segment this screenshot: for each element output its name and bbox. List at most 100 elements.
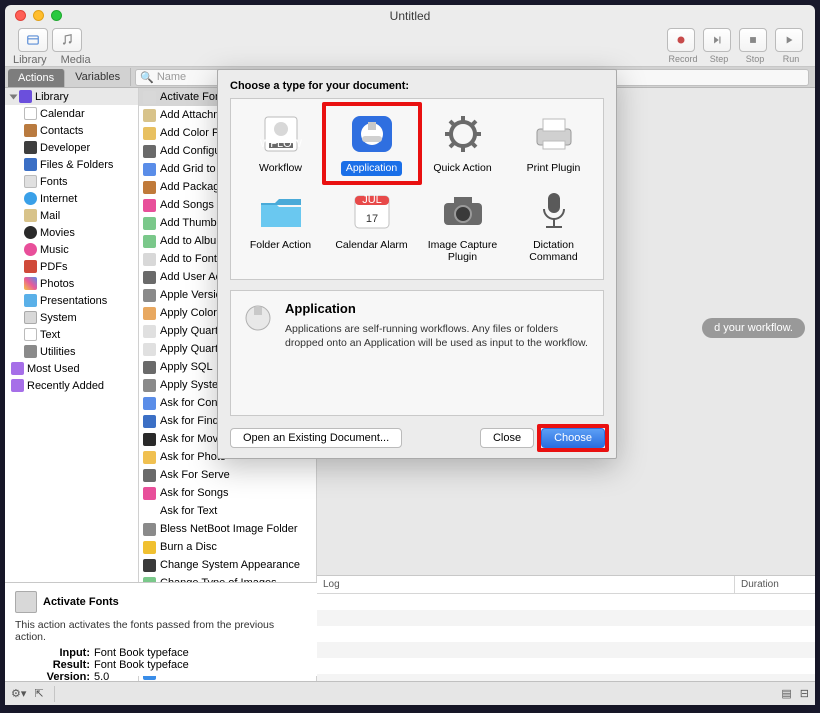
sidebar-item[interactable]: Calendar <box>5 105 138 122</box>
desc-result-label: Result: <box>45 659 90 671</box>
type-grid: WFLOW Workflow Application Quick Action … <box>230 98 604 280</box>
sheet-buttons: Open an Existing Document... Close Choos… <box>230 428 604 448</box>
type-label: Folder Action <box>245 238 316 253</box>
tab-variables[interactable]: Variables <box>65 68 131 86</box>
utilities-icon <box>24 345 37 358</box>
action-icon <box>142 216 156 230</box>
sidebar-item-label: Music <box>40 244 69 256</box>
sidebar-most-used[interactable]: Most Used <box>5 360 138 377</box>
type-workflow[interactable]: WFLOW Workflow <box>236 107 326 180</box>
desc-input-label: Input: <box>45 647 90 659</box>
choose-button[interactable]: Choose <box>541 428 605 448</box>
mail-icon <box>24 209 37 222</box>
log-col-log[interactable]: Log <box>317 576 735 593</box>
tab-actions[interactable]: Actions <box>8 69 65 87</box>
type-label: Application <box>341 161 402 176</box>
close-window-icon[interactable] <box>15 10 26 21</box>
sidebar-item[interactable]: Files & Folders <box>5 156 138 173</box>
fonts-icon <box>24 175 37 188</box>
gear-large-icon <box>437 111 489 157</box>
music-icon <box>24 243 37 256</box>
type-print-plugin[interactable]: Print Plugin <box>509 107 599 180</box>
sidebar-item[interactable]: Music <box>5 241 138 258</box>
action-icon <box>142 126 156 140</box>
workflow-toggle-icon[interactable]: ⊟ <box>800 687 809 700</box>
sidebar-item[interactable]: Presentations <box>5 292 138 309</box>
action-item[interactable]: Bless NetBoot Image Folder <box>139 520 316 538</box>
sidebar-item-label: Recently Added <box>27 380 104 392</box>
open-existing-button[interactable]: Open an Existing Document... <box>230 428 402 448</box>
type-label: Dictation Command <box>509 238 599 265</box>
text-icon <box>24 328 37 341</box>
action-icon <box>142 270 156 284</box>
action-icon <box>142 378 156 392</box>
action-icon <box>142 504 156 518</box>
canvas-hint: d your workflow. <box>702 318 805 338</box>
toolbar: Library Media Record Step Stop Run <box>5 27 815 67</box>
media-button[interactable] <box>52 28 82 52</box>
calendar-icon <box>24 107 37 120</box>
sidebar-item[interactable]: Photos <box>5 275 138 292</box>
library-root-label: Library <box>35 91 69 103</box>
sidebar-item[interactable]: Movies <box>5 224 138 241</box>
type-image-capture[interactable]: Image Capture Plugin <box>418 184 508 269</box>
sidebar-item[interactable]: Text <box>5 326 138 343</box>
gear-icon[interactable]: ⚙︎▾ <box>11 687 26 700</box>
type-quick-action[interactable]: Quick Action <box>418 107 508 180</box>
run-button[interactable] <box>775 28 803 52</box>
sidebar-item[interactable]: Developer <box>5 139 138 156</box>
library-button[interactable] <box>18 28 48 52</box>
expand-icon[interactable]: ⇱ <box>34 687 43 700</box>
svg-text:17: 17 <box>365 213 377 225</box>
type-label: Print Plugin <box>522 161 586 176</box>
sidebar-item[interactable]: System <box>5 309 138 326</box>
sidebar-item[interactable]: Utilities <box>5 343 138 360</box>
log-col-duration[interactable]: Duration <box>735 576 815 593</box>
zoom-window-icon[interactable] <box>51 10 62 21</box>
action-icon <box>142 306 156 320</box>
sidebar-recently-added[interactable]: Recently Added <box>5 377 138 394</box>
action-description: Activate Fonts This action activates the… <box>5 582 317 676</box>
minimize-window-icon[interactable] <box>33 10 44 21</box>
folder-icon <box>255 188 307 234</box>
action-item[interactable]: Ask for Songs <box>139 484 316 502</box>
document-type-sheet: Choose a type for your document: WFLOW W… <box>217 69 617 459</box>
action-item[interactable]: Ask For Serve <box>139 466 316 484</box>
type-dictation[interactable]: Dictation Command <box>509 184 599 269</box>
type-label: Calendar Alarm <box>330 238 412 253</box>
svg-text:JUL: JUL <box>362 194 382 206</box>
calendar-icon: JUL 17 <box>346 188 398 234</box>
action-item[interactable]: Change System Appearance <box>139 556 316 574</box>
action-label: Add Attachm <box>160 109 222 121</box>
system-icon <box>24 311 37 324</box>
library-root[interactable]: Library <box>5 88 138 105</box>
type-calendar-alarm[interactable]: JUL 17 Calendar Alarm <box>327 184 417 269</box>
titlebar: Untitled <box>5 5 815 27</box>
action-icon <box>142 198 156 212</box>
action-item[interactable]: Burn a Disc <box>139 538 316 556</box>
close-button[interactable]: Close <box>480 428 534 448</box>
sidebar-item[interactable]: Fonts <box>5 173 138 190</box>
stop-button[interactable] <box>739 28 767 52</box>
type-application[interactable]: Application <box>327 107 417 180</box>
microphone-icon <box>528 188 580 234</box>
sidebar-item[interactable]: PDFs <box>5 258 138 275</box>
sidebar-item[interactable]: Mail <box>5 207 138 224</box>
run-label: Run <box>783 54 800 64</box>
sidebar-item[interactable]: Contacts <box>5 122 138 139</box>
files-icon <box>24 158 37 171</box>
action-icon <box>142 522 156 536</box>
log-toggle-icon[interactable]: ▤ <box>781 687 791 700</box>
record-button[interactable] <box>667 28 695 52</box>
step-button[interactable] <box>703 28 731 52</box>
action-icon <box>142 540 156 554</box>
smartfolder-icon <box>11 379 24 392</box>
svg-text:WFLOW: WFLOW <box>259 138 302 150</box>
description-title: Activate Fonts <box>43 596 119 608</box>
type-folder-action[interactable]: Folder Action <box>236 184 326 269</box>
search-icon: 🔍 <box>140 71 154 84</box>
sidebar-item[interactable]: Internet <box>5 190 138 207</box>
action-icon <box>142 432 156 446</box>
sidebar-item-label: Developer <box>40 142 90 154</box>
action-item[interactable]: Ask for Text <box>139 502 316 520</box>
